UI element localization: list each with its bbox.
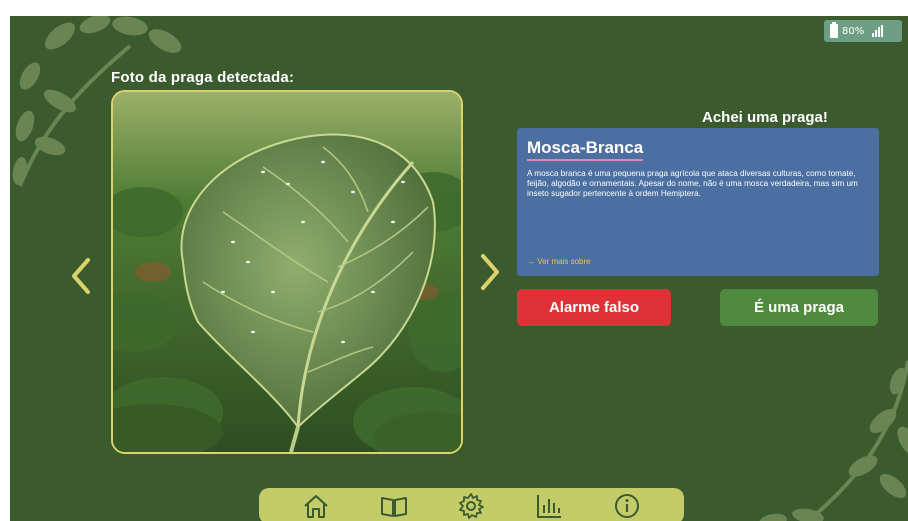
pest-photo [111,90,463,454]
pest-info-card: Mosca-Branca A mosca branca é uma pequen… [517,128,879,276]
pest-name: Mosca-Branca [527,138,644,161]
photo-title: Foto da praga detectada: [111,69,295,86]
nav-settings[interactable] [454,489,488,521]
app-screen: 80% Foto da praga detectada: Achei uma p… [10,16,908,521]
leaf-photo-image [113,92,461,452]
info-icon [615,494,640,518]
battery-icon [830,22,838,38]
bottom-navigation [259,488,684,521]
battery-percent: 80% [842,25,865,37]
confirm-pest-button[interactable]: É uma praga [720,289,878,326]
leaf-decoration-bottom-right [759,360,908,521]
home-icon [304,495,328,518]
see-more-link[interactable]: → Ver mais sobre [527,257,591,266]
status-bar: 80% [824,20,902,42]
nav-info[interactable] [610,489,644,521]
false-alarm-button[interactable]: Alarme falso [517,289,671,326]
signal-icon [872,25,884,37]
detection-heading: Achei uma praga! [702,109,828,126]
nav-library[interactable] [377,489,411,521]
frame-edge [0,0,10,521]
chevron-right-icon [481,254,499,290]
gear-icon [459,493,485,519]
book-icon [380,497,407,517]
next-photo-button[interactable] [477,252,503,292]
nav-home[interactable] [299,489,333,521]
bar-chart-icon [537,495,562,518]
chevron-left-icon [72,258,90,294]
pest-description: A mosca branca é uma pequena praga agríc… [527,169,858,198]
previous-photo-button[interactable] [68,256,94,296]
nav-statistics[interactable] [532,489,566,521]
